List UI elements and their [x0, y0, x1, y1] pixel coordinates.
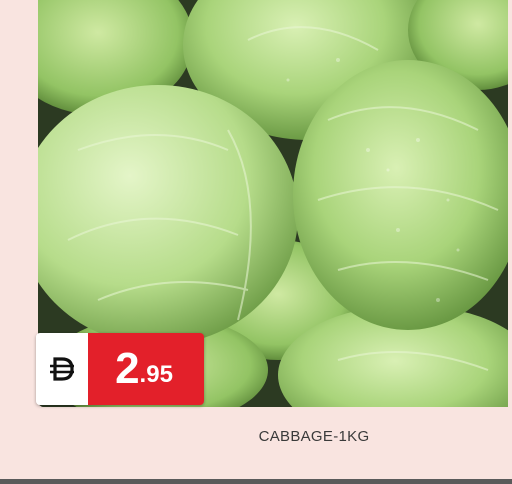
product-name: CABBAGE-1KG	[258, 428, 370, 445]
price-integer: 2	[115, 344, 140, 393]
dirham-icon	[50, 357, 74, 381]
bottom-bar	[0, 479, 512, 484]
currency-box	[36, 333, 88, 405]
price-tag: 2 .95	[36, 333, 204, 405]
price-value: 2 .95	[88, 333, 204, 405]
price-decimal: .95	[139, 361, 173, 388]
